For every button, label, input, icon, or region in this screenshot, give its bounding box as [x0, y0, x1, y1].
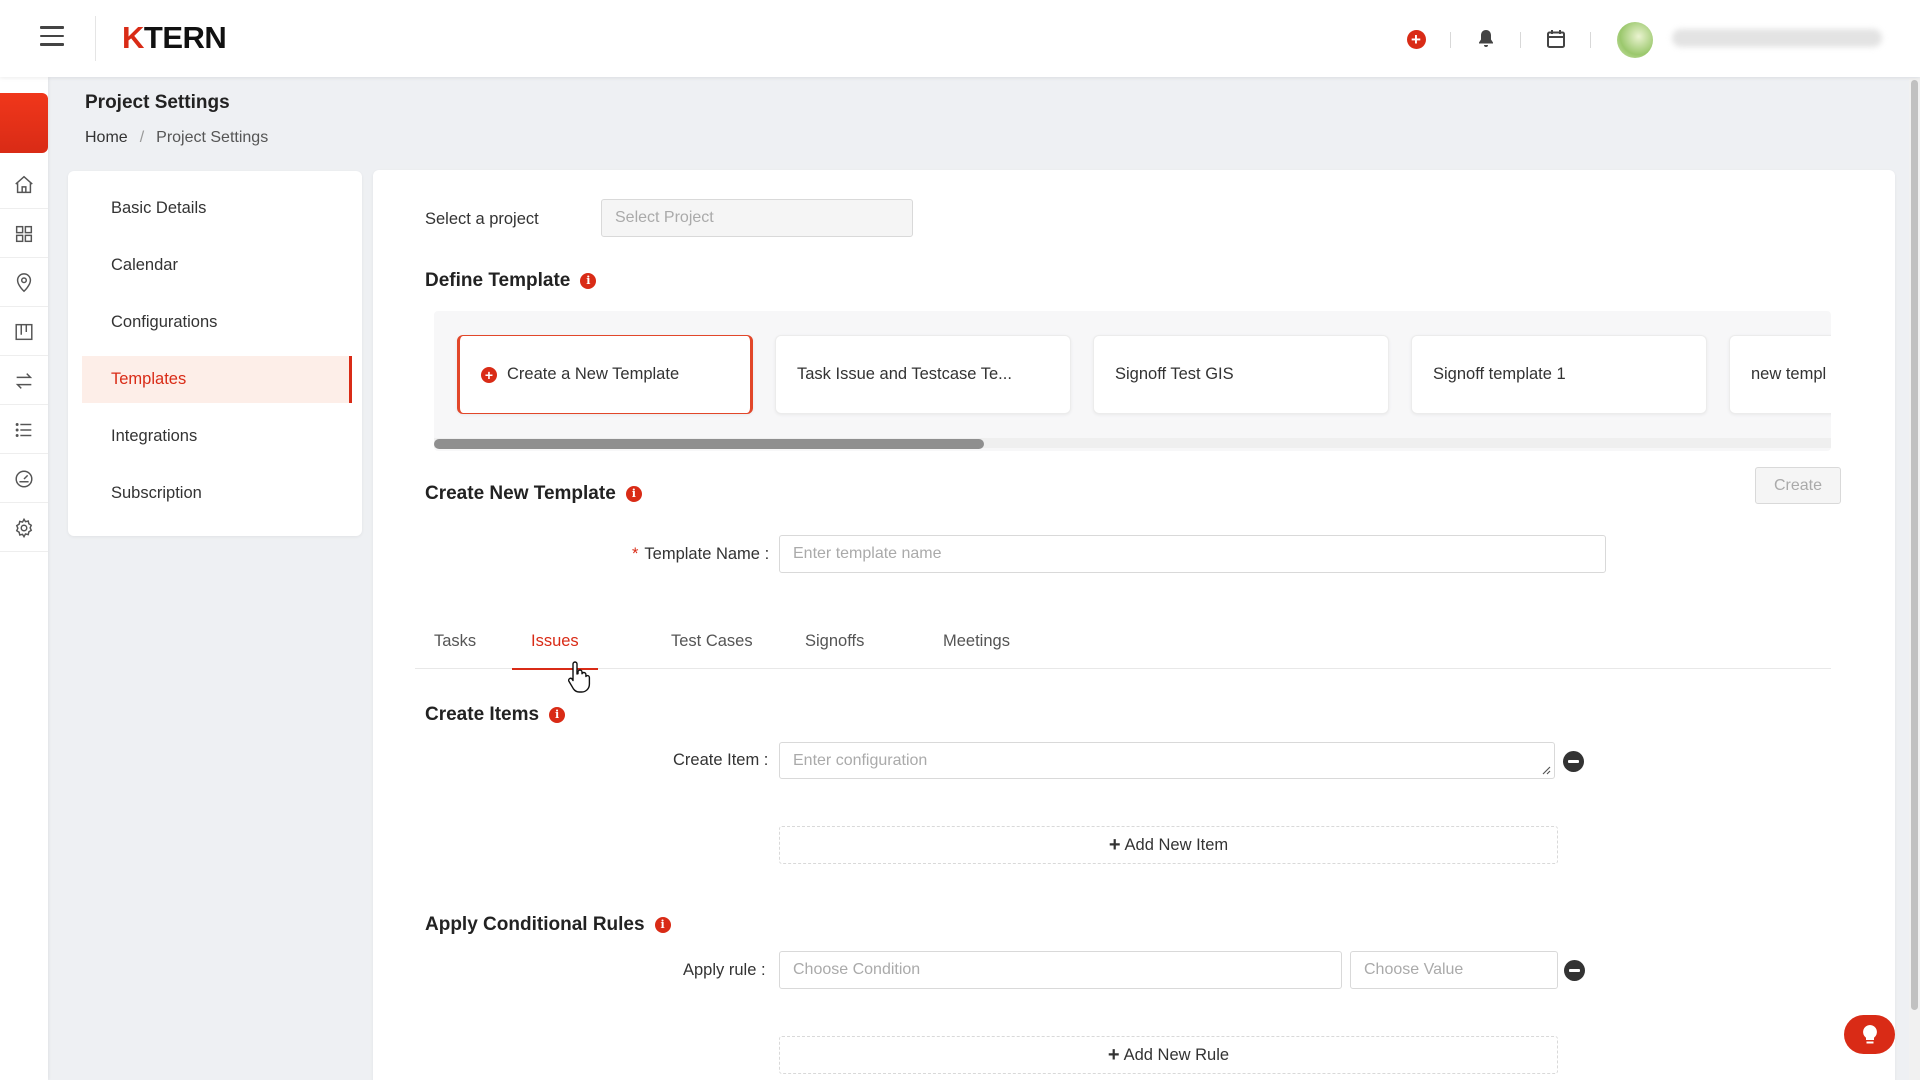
template-carousel: + Create a New Template Task Issue and Te… [434, 311, 1831, 451]
breadcrumb-current: Project Settings [156, 129, 269, 146]
info-icon[interactable]: i [549, 707, 566, 723]
nav-item-calendar[interactable]: Calendar [82, 242, 352, 289]
hand-cursor-icon [567, 661, 591, 693]
nav-item-subscription[interactable]: Subscription [82, 470, 352, 517]
breadcrumb-home[interactable]: Home [85, 129, 128, 146]
main-content: Select a project Select Project Define T… [373, 170, 1895, 1080]
gear-icon[interactable] [0, 504, 48, 552]
tab-test-cases[interactable]: Test Cases [671, 615, 753, 669]
template-card[interactable]: Signoff template 1 [1411, 335, 1707, 414]
carousel-scroll-thumb[interactable] [434, 439, 984, 449]
grid-icon[interactable] [0, 210, 48, 258]
create-new-template-heading: Create New Template i [425, 483, 642, 505]
list-icon[interactable] [0, 406, 48, 454]
gauge-icon[interactable] [0, 455, 48, 503]
plus-icon: + [1108, 834, 1121, 856]
info-icon[interactable]: i [580, 273, 597, 289]
add-new-rule-button[interactable]: + Add New Rule [779, 1036, 1558, 1074]
board-icon[interactable] [0, 308, 48, 356]
project-select-label: Select a project [425, 210, 539, 228]
breadcrumb: Home / Project Settings [85, 129, 269, 146]
tab-meetings[interactable]: Meetings [943, 615, 1010, 669]
template-card[interactable]: new templ [1729, 335, 1831, 414]
settings-nav: Basic Details Calendar Configurations Te… [68, 171, 362, 536]
template-card[interactable]: Task Issue and Testcase Te... [775, 335, 1071, 414]
template-card[interactable]: Signoff Test GIS [1093, 335, 1389, 414]
conditional-rules-heading: Apply Conditional Rules i [425, 914, 671, 936]
condition-select[interactable]: Choose Condition [779, 951, 1342, 989]
ktern-logo[interactable]: KTERN [122, 20, 227, 56]
transfer-icon[interactable] [0, 357, 48, 405]
info-icon[interactable]: i [625, 486, 642, 502]
user-avatar[interactable] [1617, 22, 1653, 58]
left-icon-rail [0, 77, 48, 1080]
location-pin-icon[interactable] [0, 259, 48, 307]
home-icon[interactable] [0, 161, 48, 209]
nav-item-basic-details[interactable]: Basic Details [82, 185, 352, 232]
create-items-heading: Create Items i [425, 704, 566, 726]
lightbulb-icon [1862, 1024, 1877, 1043]
hamburger-menu-icon[interactable] [40, 26, 64, 46]
calendar-icon[interactable] [1545, 28, 1567, 50]
create-new-template-card[interactable]: + Create a New Template [457, 335, 753, 414]
create-button[interactable]: Create [1755, 467, 1841, 504]
define-template-heading: Define Template i [425, 270, 597, 292]
resize-handle-icon[interactable] [1541, 765, 1551, 775]
info-icon[interactable]: i [654, 917, 671, 933]
nav-item-configurations[interactable]: Configurations [82, 299, 352, 346]
user-name-blurred[interactable] [1672, 29, 1882, 47]
help-button[interactable] [1844, 1015, 1895, 1054]
create-item-label: Create Item : [673, 751, 769, 769]
top-bar: KTERN + [0, 0, 1920, 77]
bell-icon[interactable] [1475, 28, 1497, 50]
topbar-separator [1520, 32, 1521, 48]
tab-tasks[interactable]: Tasks [434, 615, 476, 669]
tab-signoffs[interactable]: Signoffs [805, 615, 864, 669]
add-new-item-button[interactable]: + Add New Item [779, 826, 1558, 864]
create-item-textarea[interactable]: Enter configuration [779, 742, 1555, 779]
plus-icon: + [1107, 1044, 1120, 1066]
topbar-separator [1450, 32, 1451, 48]
rail-highlight-tab[interactable] [0, 93, 48, 153]
value-select[interactable]: Choose Value [1350, 951, 1558, 989]
page-scrollbar-thumb[interactable] [1911, 80, 1918, 1010]
nav-item-templates[interactable]: Templates [82, 356, 352, 403]
project-select[interactable]: Select Project [601, 199, 913, 237]
topbar-separator [1590, 32, 1591, 48]
add-icon[interactable]: + [1405, 28, 1427, 50]
page-title: Project Settings [85, 92, 230, 113]
apply-rule-label: Apply rule : [683, 961, 766, 979]
template-name-input[interactable]: Enter template name [779, 535, 1606, 573]
template-name-label: * Template Name : [632, 545, 770, 563]
remove-rule-icon[interactable] [1564, 960, 1585, 981]
topbar-divider [95, 16, 96, 61]
nav-item-integrations[interactable]: Integrations [82, 413, 352, 460]
template-type-tabs: Tasks Issues Test Cases Signoffs Meeting… [415, 615, 1831, 670]
remove-item-icon[interactable] [1563, 751, 1584, 772]
plus-circle-icon: + [481, 366, 497, 383]
